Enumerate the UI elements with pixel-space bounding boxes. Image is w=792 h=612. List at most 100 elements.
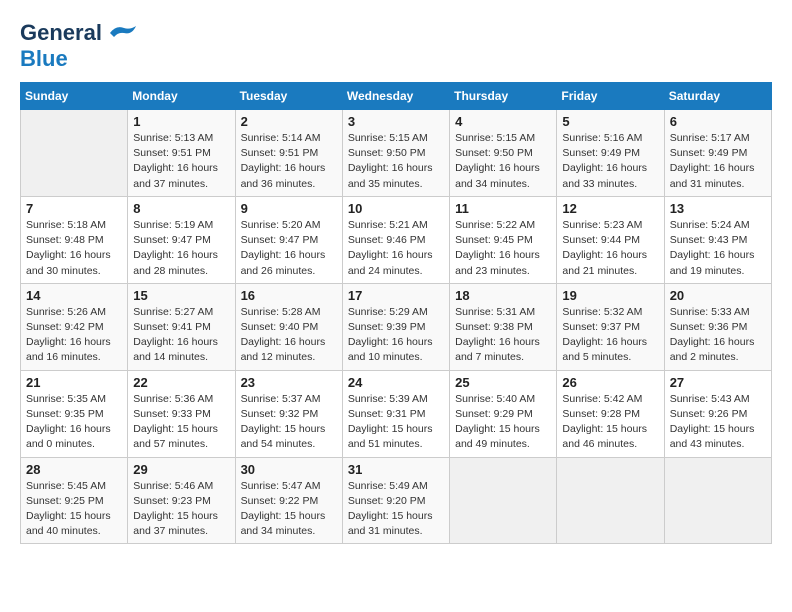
day-info: Sunrise: 5:28 AM Sunset: 9:40 PM Dayligh… bbox=[241, 305, 337, 366]
calendar-cell: 5Sunrise: 5:16 AM Sunset: 9:49 PM Daylig… bbox=[557, 110, 664, 197]
day-info: Sunrise: 5:18 AM Sunset: 9:48 PM Dayligh… bbox=[26, 218, 122, 279]
page-header: General Blue bbox=[20, 20, 772, 72]
day-number: 22 bbox=[133, 375, 229, 390]
day-info: Sunrise: 5:31 AM Sunset: 9:38 PM Dayligh… bbox=[455, 305, 551, 366]
day-number: 10 bbox=[348, 201, 444, 216]
calendar-cell: 30 Sunrise: 5:47 AM Sunset: 9:22 PM Dayli… bbox=[235, 457, 342, 544]
day-number: 28 bbox=[26, 462, 122, 477]
day-info: Sunrise: 5:40 AM Sunset: 9:29 PM Dayligh… bbox=[455, 392, 551, 453]
day-info: Sunrise: 5:20 AM Sunset: 9:47 PM Dayligh… bbox=[241, 218, 337, 279]
calendar-cell: 31 Sunrise: 5:49 AM Sunset: 9:20 PM Dayli… bbox=[342, 457, 449, 544]
day-number: 25 bbox=[455, 375, 551, 390]
day-info: Sunrise: 5:22 AM Sunset: 9:45 PM Dayligh… bbox=[455, 218, 551, 279]
calendar-cell: 19 Sunrise: 5:32 AM Sunset: 9:37 PM Dayli… bbox=[557, 283, 664, 370]
calendar-cell: 12Sunrise: 5:23 AM Sunset: 9:44 PM Dayli… bbox=[557, 196, 664, 283]
day-info: Sunrise: 5:45 AM Sunset: 9:25 PM Dayligh… bbox=[26, 479, 122, 540]
day-number: 16 bbox=[241, 288, 337, 303]
calendar-cell: 10 Sunrise: 5:21 AM Sunset: 9:46 PM Dayli… bbox=[342, 196, 449, 283]
logo-blue-text: Blue bbox=[20, 46, 68, 71]
day-number: 15 bbox=[133, 288, 229, 303]
calendar-cell: 16 Sunrise: 5:28 AM Sunset: 9:40 PM Dayli… bbox=[235, 283, 342, 370]
day-info: Sunrise: 5:32 AM Sunset: 9:37 PM Dayligh… bbox=[562, 305, 658, 366]
day-number: 6 bbox=[670, 114, 766, 129]
day-info: Sunrise: 5:19 AM Sunset: 9:47 PM Dayligh… bbox=[133, 218, 229, 279]
calendar-cell: 7 Sunrise: 5:18 AM Sunset: 9:48 PM Daylig… bbox=[21, 196, 128, 283]
calendar-cell: 4 Sunrise: 5:15 AM Sunset: 9:50 PM Daylig… bbox=[450, 110, 557, 197]
calendar-cell: 9Sunrise: 5:20 AM Sunset: 9:47 PM Daylig… bbox=[235, 196, 342, 283]
calendar-cell: 22 Sunrise: 5:36 AM Sunset: 9:33 PM Dayli… bbox=[128, 370, 235, 457]
day-info: Sunrise: 5:39 AM Sunset: 9:31 PM Dayligh… bbox=[348, 392, 444, 453]
day-info: Sunrise: 5:13 AM Sunset: 9:51 PM Dayligh… bbox=[133, 131, 229, 192]
calendar-cell: 11 Sunrise: 5:22 AM Sunset: 9:45 PM Dayli… bbox=[450, 196, 557, 283]
day-number: 26 bbox=[562, 375, 658, 390]
day-info: Sunrise: 5:35 AM Sunset: 9:35 PM Dayligh… bbox=[26, 392, 122, 453]
logo-bird-icon bbox=[106, 23, 138, 43]
calendar-cell: 1 Sunrise: 5:13 AM Sunset: 9:51 PM Daylig… bbox=[128, 110, 235, 197]
calendar-cell: 13 Sunrise: 5:24 AM Sunset: 9:43 PM Dayli… bbox=[664, 196, 771, 283]
calendar-cell: 23 Sunrise: 5:37 AM Sunset: 9:32 PM Dayli… bbox=[235, 370, 342, 457]
day-info: Sunrise: 5:43 AM Sunset: 9:26 PM Dayligh… bbox=[670, 392, 766, 453]
calendar-cell: 15 Sunrise: 5:27 AM Sunset: 9:41 PM Dayli… bbox=[128, 283, 235, 370]
day-info: Sunrise: 5:47 AM Sunset: 9:22 PM Dayligh… bbox=[241, 479, 337, 540]
day-number: 1 bbox=[133, 114, 229, 129]
day-info: Sunrise: 5:15 AM Sunset: 9:50 PM Dayligh… bbox=[455, 131, 551, 192]
calendar-header-row: SundayMondayTuesdayWednesdayThursdayFrid… bbox=[21, 83, 772, 110]
calendar-week-row: 28 Sunrise: 5:45 AM Sunset: 9:25 PM Dayli… bbox=[21, 457, 772, 544]
weekday-header-thursday: Thursday bbox=[450, 83, 557, 110]
day-number: 29 bbox=[133, 462, 229, 477]
calendar-cell bbox=[21, 110, 128, 197]
day-number: 18 bbox=[455, 288, 551, 303]
weekday-header-saturday: Saturday bbox=[664, 83, 771, 110]
day-number: 14 bbox=[26, 288, 122, 303]
calendar-cell: 25 Sunrise: 5:40 AM Sunset: 9:29 PM Dayli… bbox=[450, 370, 557, 457]
weekday-header-wednesday: Wednesday bbox=[342, 83, 449, 110]
day-number: 23 bbox=[241, 375, 337, 390]
calendar-cell: 24Sunrise: 5:39 AM Sunset: 9:31 PM Dayli… bbox=[342, 370, 449, 457]
day-info: Sunrise: 5:17 AM Sunset: 9:49 PM Dayligh… bbox=[670, 131, 766, 192]
weekday-header-tuesday: Tuesday bbox=[235, 83, 342, 110]
calendar-cell: 17Sunrise: 5:29 AM Sunset: 9:39 PM Dayli… bbox=[342, 283, 449, 370]
calendar-cell: 6 Sunrise: 5:17 AM Sunset: 9:49 PM Daylig… bbox=[664, 110, 771, 197]
day-info: Sunrise: 5:24 AM Sunset: 9:43 PM Dayligh… bbox=[670, 218, 766, 279]
day-number: 7 bbox=[26, 201, 122, 216]
day-number: 3 bbox=[348, 114, 444, 129]
calendar-cell: 3 Sunrise: 5:15 AM Sunset: 9:50 PM Daylig… bbox=[342, 110, 449, 197]
calendar-cell: 14 Sunrise: 5:26 AM Sunset: 9:42 PM Dayli… bbox=[21, 283, 128, 370]
day-number: 30 bbox=[241, 462, 337, 477]
calendar-cell: 21 Sunrise: 5:35 AM Sunset: 9:35 PM Dayli… bbox=[21, 370, 128, 457]
day-number: 13 bbox=[670, 201, 766, 216]
calendar-week-row: 21 Sunrise: 5:35 AM Sunset: 9:35 PM Dayli… bbox=[21, 370, 772, 457]
weekday-header-monday: Monday bbox=[128, 83, 235, 110]
day-number: 19 bbox=[562, 288, 658, 303]
day-info: Sunrise: 5:33 AM Sunset: 9:36 PM Dayligh… bbox=[670, 305, 766, 366]
day-number: 5 bbox=[562, 114, 658, 129]
day-info: Sunrise: 5:15 AM Sunset: 9:50 PM Dayligh… bbox=[348, 131, 444, 192]
day-info: Sunrise: 5:36 AM Sunset: 9:33 PM Dayligh… bbox=[133, 392, 229, 453]
day-info: Sunrise: 5:23 AM Sunset: 9:44 PM Dayligh… bbox=[562, 218, 658, 279]
day-number: 27 bbox=[670, 375, 766, 390]
day-number: 8 bbox=[133, 201, 229, 216]
day-info: Sunrise: 5:37 AM Sunset: 9:32 PM Dayligh… bbox=[241, 392, 337, 453]
day-info: Sunrise: 5:42 AM Sunset: 9:28 PM Dayligh… bbox=[562, 392, 658, 453]
day-number: 17 bbox=[348, 288, 444, 303]
day-info: Sunrise: 5:26 AM Sunset: 9:42 PM Dayligh… bbox=[26, 305, 122, 366]
calendar-cell: 27 Sunrise: 5:43 AM Sunset: 9:26 PM Dayli… bbox=[664, 370, 771, 457]
calendar-cell: 26 Sunrise: 5:42 AM Sunset: 9:28 PM Dayli… bbox=[557, 370, 664, 457]
day-info: Sunrise: 5:27 AM Sunset: 9:41 PM Dayligh… bbox=[133, 305, 229, 366]
logo-general-text: General bbox=[20, 20, 102, 46]
calendar-week-row: 7 Sunrise: 5:18 AM Sunset: 9:48 PM Daylig… bbox=[21, 196, 772, 283]
day-number: 4 bbox=[455, 114, 551, 129]
day-info: Sunrise: 5:46 AM Sunset: 9:23 PM Dayligh… bbox=[133, 479, 229, 540]
calendar-cell: 2Sunrise: 5:14 AM Sunset: 9:51 PM Daylig… bbox=[235, 110, 342, 197]
day-number: 11 bbox=[455, 201, 551, 216]
calendar-cell: 29 Sunrise: 5:46 AM Sunset: 9:23 PM Dayli… bbox=[128, 457, 235, 544]
calendar-cell: 28 Sunrise: 5:45 AM Sunset: 9:25 PM Dayli… bbox=[21, 457, 128, 544]
calendar-cell bbox=[557, 457, 664, 544]
calendar-cell: 8 Sunrise: 5:19 AM Sunset: 9:47 PM Daylig… bbox=[128, 196, 235, 283]
day-number: 31 bbox=[348, 462, 444, 477]
day-info: Sunrise: 5:21 AM Sunset: 9:46 PM Dayligh… bbox=[348, 218, 444, 279]
day-info: Sunrise: 5:14 AM Sunset: 9:51 PM Dayligh… bbox=[241, 131, 337, 192]
day-info: Sunrise: 5:49 AM Sunset: 9:20 PM Dayligh… bbox=[348, 479, 444, 540]
day-number: 21 bbox=[26, 375, 122, 390]
calendar-body: 1 Sunrise: 5:13 AM Sunset: 9:51 PM Daylig… bbox=[21, 110, 772, 544]
